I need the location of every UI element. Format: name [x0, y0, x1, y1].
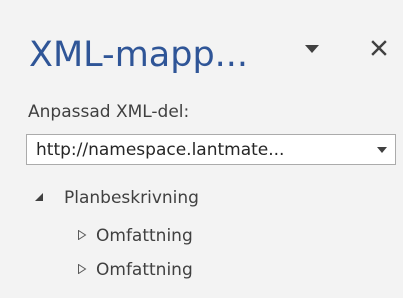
tree-item-omfattning[interactable]: Omfattning — [77, 224, 277, 248]
pane-options-button[interactable] — [297, 36, 327, 62]
collapsed-triangle-icon[interactable] — [77, 264, 87, 274]
dropdown-selected-value: http://namespace.lantmate... — [36, 140, 285, 160]
custom-xml-part-dropdown[interactable]: http://namespace.lantmate... — [26, 134, 396, 165]
custom-xml-part-label: Anpassad XML-del: — [28, 102, 190, 122]
collapsed-triangle-icon[interactable] — [77, 230, 87, 240]
expanded-triangle-icon[interactable] — [34, 192, 44, 202]
tree-item-label: Omfattning — [96, 260, 193, 280]
close-button[interactable] — [364, 33, 394, 63]
chevron-down-icon — [377, 147, 387, 153]
pane-title: XML-mapp... — [29, 35, 249, 75]
close-icon — [371, 40, 387, 56]
tree-item-planbeskrivning[interactable]: Planbeskrivning — [34, 186, 284, 210]
xml-mapping-pane: XML-mapp... Anpassad XML-del: http://nam… — [0, 0, 403, 298]
tree-item-label: Omfattning — [96, 226, 193, 246]
tree-item-omfattning[interactable]: Omfattning — [77, 258, 277, 282]
tree-item-label: Planbeskrivning — [64, 188, 199, 208]
dropdown-triangle-icon — [305, 45, 319, 53]
